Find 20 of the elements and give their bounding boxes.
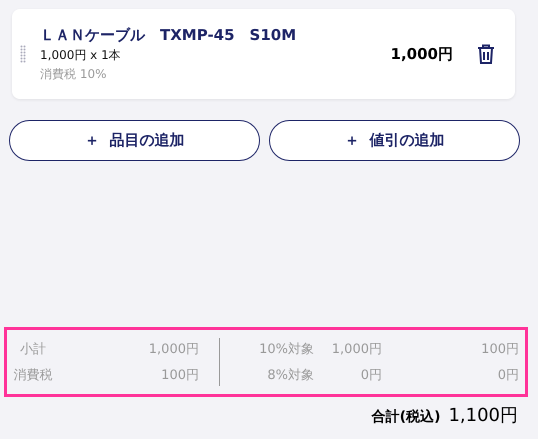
tax-category-label: 8%対象 (266, 367, 314, 384)
delete-icon[interactable] (477, 44, 495, 64)
total-value: 1,100円 (448, 404, 518, 427)
item-amount: 1,000円 (390, 44, 453, 64)
tax-amount: 100円 (480, 341, 519, 358)
summary-value: 100円 (160, 367, 199, 384)
total-label: 合計(税込) (372, 408, 440, 426)
add-button[interactable]: ＋ 値引の追加 (269, 120, 520, 161)
item-name: ＬＡＮケーブル TXMP-45 S10M (40, 26, 298, 44)
drag-handle-icon[interactable] (20, 45, 26, 63)
summary-label: 小計 (19, 341, 47, 358)
taxable-amount: 0円 (360, 367, 382, 384)
summary-label: 消費税 (12, 367, 54, 384)
item-tax-rate: 消費税 10% (40, 66, 108, 82)
item-quantity: 1,000円 x 1本 (40, 46, 122, 64)
taxable-amount: 1,000円 (330, 341, 382, 358)
summary-value: 1,000円 (148, 341, 199, 358)
tax-amount: 0円 (496, 367, 519, 384)
add-button[interactable]: ＋ 品目の追加 (9, 120, 260, 161)
tax-category-label: 10%対象 (258, 341, 314, 358)
